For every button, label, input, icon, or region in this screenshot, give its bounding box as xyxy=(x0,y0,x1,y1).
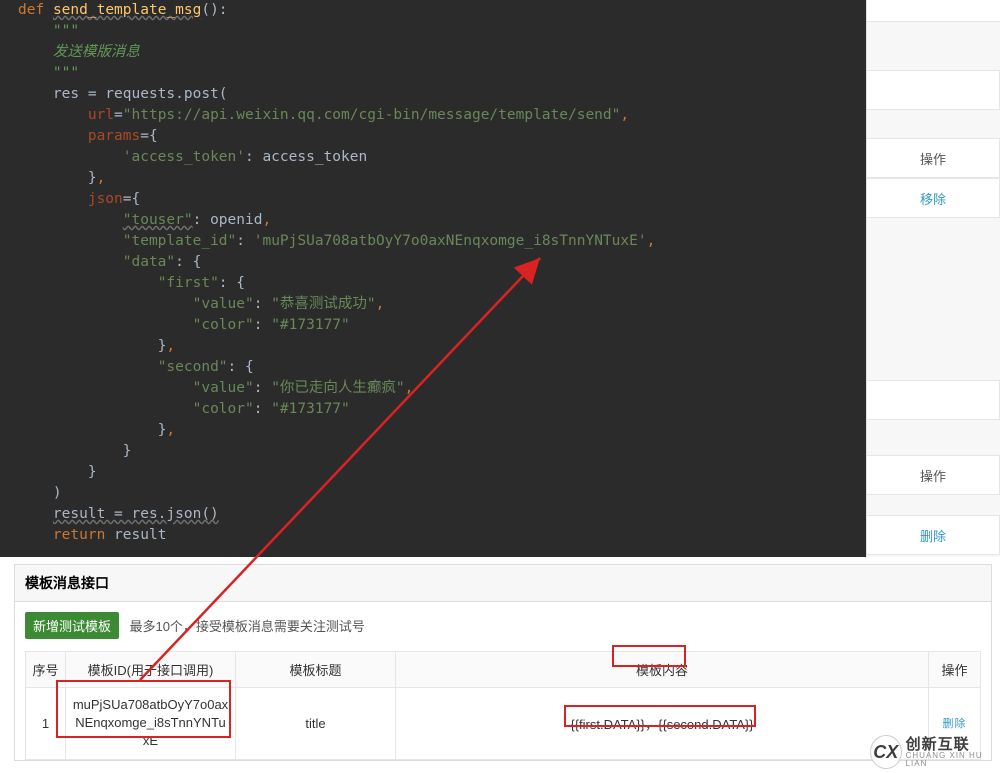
docstring-open: """ xyxy=(53,23,79,39)
docstring-close: """ xyxy=(53,65,79,81)
watermark-icon: CX xyxy=(870,735,902,769)
key-touser: "touser" xyxy=(123,212,193,228)
keyword-def: def xyxy=(18,2,44,18)
cell-title: title xyxy=(236,688,396,760)
keyword-return: return xyxy=(53,527,105,543)
param-params: params xyxy=(88,128,140,144)
col-title: 模板标题 xyxy=(236,652,396,688)
col-seq: 序号 xyxy=(26,652,66,688)
panel-hint: 最多10个，接受模板消息需要关注测试号 xyxy=(129,616,364,635)
docstring-body: 发送模版消息 xyxy=(53,44,140,60)
delete-link[interactable]: 删除 xyxy=(867,515,1000,555)
key-color: "color" xyxy=(193,317,254,333)
template-panel: 模板消息接口 新增测试模板 最多10个，接受模板消息需要关注测试号 序号 模板I… xyxy=(14,564,992,761)
add-template-button[interactable]: 新增测试模板 xyxy=(25,612,119,639)
url-string: "https://api.weixin.qq.com/cgi-bin/messa… xyxy=(123,107,621,123)
op-header: 操作 xyxy=(867,455,1000,495)
key-template-id: "template_id" xyxy=(123,233,237,249)
cell-content: {{first.DATA}}，{{second.DATA}} xyxy=(396,688,929,760)
function-name: send_template_msg xyxy=(53,2,201,18)
template-table: 序号 模板ID(用于接口调用) 模板标题 模板内容 操作 1 muPjSUa70… xyxy=(25,651,981,760)
key-first: "first" xyxy=(158,275,219,291)
second-value: "你已走向人生癫疯" xyxy=(271,380,404,396)
result-line: result = res.json() xyxy=(53,506,219,522)
remove-link[interactable]: 移除 xyxy=(867,178,1000,218)
color-value: "#173177" xyxy=(271,401,350,417)
key-value: "value" xyxy=(193,380,254,396)
right-panel-spacer xyxy=(867,70,1000,110)
param-url: url xyxy=(88,107,114,123)
watermark-title: 创新互联 xyxy=(906,737,1000,752)
color-value: "#173177" xyxy=(271,317,350,333)
op-header: 操作 xyxy=(867,138,1000,178)
table-row: 1 muPjSUa708atbOyY7o0axNEnqxomge_i8sTnnY… xyxy=(26,688,981,760)
watermark: CX 创新互联 CHUANG XIN HU LIAN xyxy=(870,731,1000,773)
first-value: "恭喜测试成功" xyxy=(271,296,375,312)
right-panel-spacer xyxy=(867,380,1000,420)
col-content: 模板内容 xyxy=(396,652,929,688)
key-data: "data" xyxy=(123,254,175,270)
col-id: 模板ID(用于接口调用) xyxy=(66,652,236,688)
cell-seq: 1 xyxy=(26,688,66,760)
watermark-sub: CHUANG XIN HU LIAN xyxy=(906,752,1000,768)
code-line: res = requests.post( xyxy=(53,86,228,102)
key-value: "value" xyxy=(193,296,254,312)
key-access-token: 'access_token' xyxy=(123,149,245,165)
right-panel: 操作 移除 操作 删除 xyxy=(866,0,1000,557)
key-second: "second" xyxy=(158,359,228,375)
template-id-value: 'muPjSUa708atbOyY7o0axNEnqxomge_i8sTnnYN… xyxy=(254,233,647,249)
col-op: 操作 xyxy=(929,652,981,688)
code-editor: def send_template_msg(): """ 发送模版消息 """ … xyxy=(0,0,866,557)
row-delete-link[interactable]: 删除 xyxy=(943,718,967,730)
cell-id: muPjSUa708atbOyY7o0axNEnqxomge_i8sTnnYNT… xyxy=(66,688,236,760)
browser-controls[interactable] xyxy=(867,0,1000,22)
param-json: json xyxy=(88,191,123,207)
key-color: "color" xyxy=(193,401,254,417)
panel-header: 模板消息接口 xyxy=(15,565,991,602)
